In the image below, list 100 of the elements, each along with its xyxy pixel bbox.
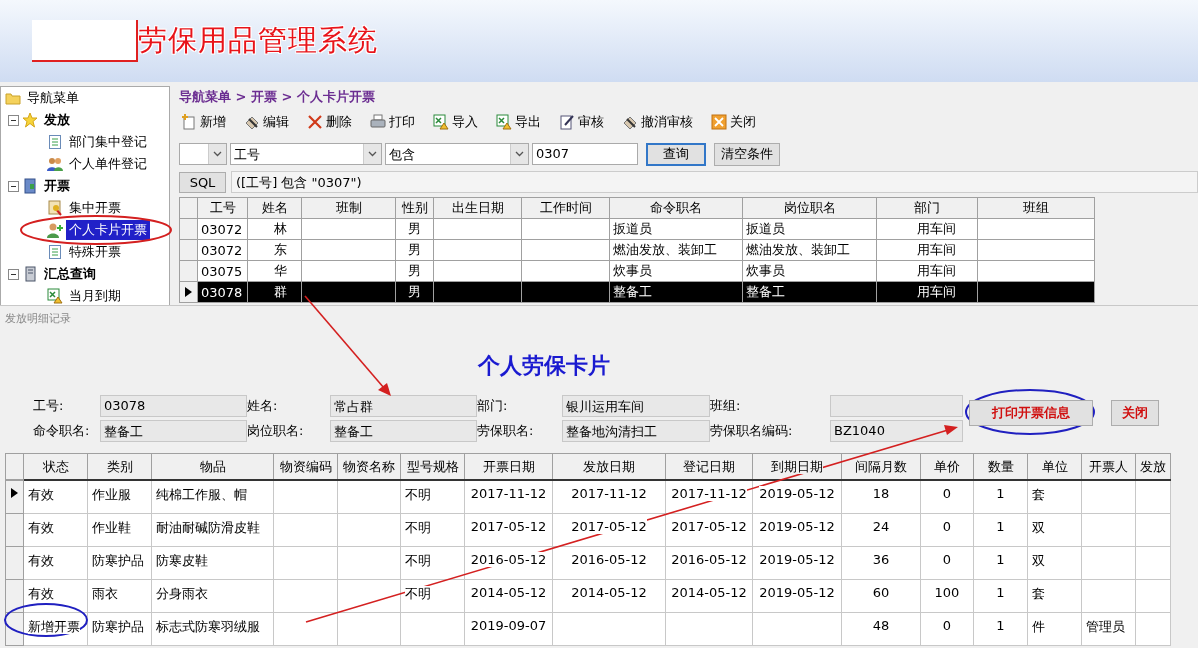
tree-item[interactable]: 开票 — [41, 176, 73, 196]
collapse-icon[interactable] — [8, 268, 19, 280]
column-header[interactable]: 物资编码 — [273, 453, 338, 480]
column-header[interactable]: 开票日期 — [464, 453, 553, 480]
column-header[interactable]: 型号规格 — [400, 453, 465, 480]
sql-expression-field[interactable]: ([工号] 包含 "0307") — [231, 171, 1198, 193]
tree-item[interactable]: 部门集中登记 — [66, 132, 150, 152]
table-cell: 18 — [841, 480, 921, 513]
edit-icon — [244, 114, 260, 130]
chevron-down-icon — [515, 151, 524, 157]
toolbar-button[interactable]: 审核 — [557, 113, 606, 131]
toolbar-button[interactable]: 关闭 — [709, 113, 758, 131]
column-header[interactable]: 单价 — [920, 453, 974, 480]
tree-item[interactable]: 发放 — [41, 110, 73, 130]
dropdown[interactable]: 包含 — [385, 143, 529, 165]
tree-item[interactable]: 集中开票 — [66, 198, 124, 218]
query-button[interactable]: 查询 — [646, 142, 706, 166]
column-header[interactable]: 单位 — [1027, 453, 1082, 480]
field-label: 工号: — [33, 397, 65, 415]
table-cell: 雨衣 — [87, 579, 152, 612]
sql-button[interactable]: SQL — [179, 171, 226, 193]
column-header[interactable]: 发放日期 — [552, 453, 666, 480]
document-pencil-icon — [559, 114, 575, 130]
table-cell: 男 — [395, 218, 434, 240]
text-field[interactable]: 银川运用车间 — [562, 395, 710, 417]
breadcrumb: 导航菜单 > 开票 > 个人卡片开票 — [179, 88, 376, 106]
text-field[interactable]: 整备地沟清扫工 — [562, 420, 710, 442]
table-cell: 作业服 — [87, 480, 152, 513]
document-icon — [47, 244, 63, 260]
table-cell: 2017-11-12 — [552, 480, 666, 513]
text-field[interactable]: BZ1040 — [830, 420, 963, 442]
tree-item[interactable]: 当月到期 — [66, 286, 124, 306]
collapse-icon[interactable] — [8, 114, 19, 126]
table-cell: 不明 — [400, 579, 465, 612]
tree-item[interactable]: 特殊开票 — [66, 242, 124, 262]
dialog-title: 发放明细记录 — [4, 311, 72, 327]
toolbar-button[interactable]: 导入 — [431, 113, 480, 131]
field-label: 劳保职名编码: — [710, 422, 794, 440]
table-cell: 耐油耐碱防滑皮鞋 — [151, 513, 274, 546]
toolbar-button[interactable]: 导出 — [494, 113, 543, 131]
spreadsheet-icon — [496, 114, 512, 130]
column-header[interactable]: 工作时间 — [521, 197, 610, 219]
toolbar-button[interactable]: 新增 — [179, 113, 228, 131]
column-header[interactable]: 班组 — [977, 197, 1095, 219]
toolbar-button[interactable]: 打印 — [368, 113, 417, 131]
column-header[interactable]: 间隔月数 — [841, 453, 921, 480]
table-cell: 2014-05-12 — [464, 579, 553, 612]
dropdown[interactable]: 工号 — [230, 143, 382, 165]
search-field[interactable]: 0307 — [532, 143, 638, 165]
tree-item[interactable]: 导航菜单 — [24, 88, 82, 108]
row-header[interactable] — [179, 281, 198, 303]
field-label: 姓名: — [247, 397, 279, 415]
column-header[interactable]: 物资名称 — [337, 453, 401, 480]
print-button[interactable]: 打印开票信息 — [969, 400, 1093, 426]
toolbar-button[interactable]: 撤消审核 — [620, 113, 695, 131]
row-header[interactable] — [5, 480, 24, 513]
column-header[interactable]: 状态 — [23, 453, 88, 480]
text-field[interactable]: 常占群 — [330, 395, 477, 417]
column-header[interactable]: 岗位职名 — [742, 197, 877, 219]
collapse-icon[interactable] — [8, 180, 19, 192]
field-label: 岗位职名: — [247, 422, 305, 440]
table-cell: 48 — [841, 612, 921, 645]
clear-button[interactable]: 清空条件 — [714, 142, 780, 166]
text-field[interactable]: 整备工 — [100, 420, 247, 442]
column-header[interactable]: 出生日期 — [433, 197, 522, 219]
column-header[interactable]: 登记日期 — [665, 453, 753, 480]
card-heading: 个人劳保卡片 — [478, 352, 611, 380]
toolbar-button[interactable]: 删除 — [305, 113, 354, 131]
table-cell: 华 — [247, 260, 302, 282]
toolbar-button[interactable]: 编辑 — [242, 113, 291, 131]
user-add-icon — [47, 222, 63, 238]
text-field[interactable]: 整备工 — [330, 420, 477, 442]
column-header[interactable]: 发放 — [1135, 453, 1171, 480]
spreadsheet-icon — [47, 288, 63, 304]
column-header[interactable]: 班制 — [301, 197, 396, 219]
column-header[interactable]: 物品 — [151, 453, 274, 480]
column-header[interactable]: 部门 — [876, 197, 978, 219]
table-cell: 2019-05-12 — [752, 480, 842, 513]
close-button[interactable]: 关闭 — [1111, 400, 1159, 426]
column-header[interactable]: 类别 — [87, 453, 152, 480]
table-cell: 2017-05-12 — [552, 513, 666, 546]
field-label: 班组: — [710, 397, 742, 415]
tree-item[interactable]: 个人卡片开票 — [66, 220, 150, 240]
table-cell: 03072 — [197, 218, 248, 240]
column-header[interactable]: 工号 — [197, 197, 248, 219]
tree-item[interactable]: 汇总查询 — [41, 264, 99, 284]
column-header[interactable]: 到期日期 — [752, 453, 842, 480]
column-header[interactable]: 命令职名 — [609, 197, 743, 219]
column-header[interactable]: 姓名 — [247, 197, 302, 219]
new-document-icon — [181, 114, 197, 130]
tree-item[interactable]: 个人单件登记 — [66, 154, 150, 174]
column-header[interactable]: 数量 — [973, 453, 1028, 480]
column-header[interactable]: 开票人 — [1081, 453, 1136, 480]
table-cell: 件 — [1027, 612, 1082, 645]
table-cell: 0 — [920, 480, 974, 513]
table-cell: 套 — [1027, 579, 1082, 612]
text-field[interactable]: 03078 — [100, 395, 247, 417]
table-cell: 管理员 — [1081, 612, 1136, 645]
column-header[interactable]: 性别 — [395, 197, 434, 219]
text-field[interactable] — [830, 395, 963, 417]
